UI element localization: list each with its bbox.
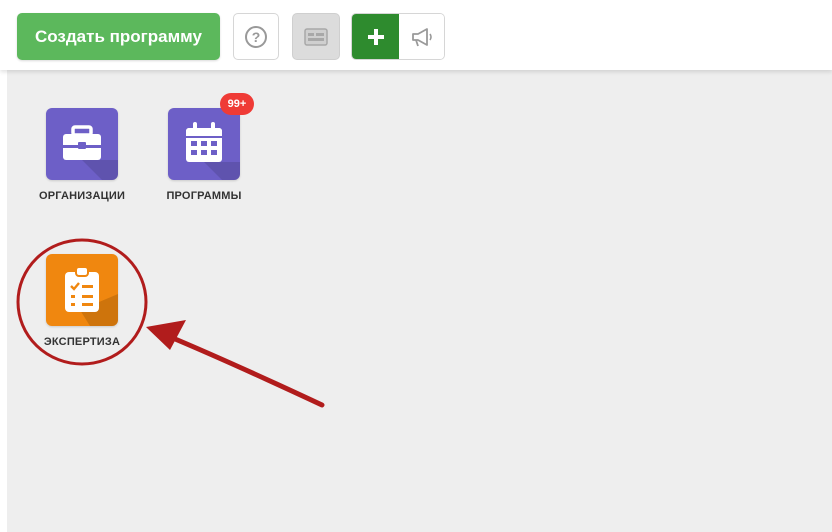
tile-organizations-icon-box — [46, 108, 118, 180]
clipboard-checklist-icon — [65, 266, 118, 326]
tile-organizations-label: ОРГАНИЗАЦИИ — [38, 190, 126, 202]
calendar-icon — [186, 122, 240, 180]
tile-organizations[interactable]: ОРГАНИЗАЦИИ — [32, 108, 132, 202]
briefcase-icon — [63, 125, 118, 180]
question-circle-icon: ? — [245, 25, 267, 48]
top-toolbar: Создать программу ? — [0, 0, 832, 70]
tile-programs[interactable]: ПРОГРАММЫ — [154, 108, 254, 202]
announce-button[interactable] — [399, 14, 444, 59]
add-button[interactable] — [352, 14, 399, 59]
plus-icon — [367, 28, 384, 45]
create-program-button[interactable]: Создать программу — [17, 13, 220, 60]
tile-expertise[interactable]: ЭКСПЕРТИЗА — [32, 254, 132, 348]
widget-card-icon — [304, 27, 328, 46]
tile-programs-icon-box — [168, 108, 240, 180]
tile-programs-label: ПРОГРАММЫ — [166, 190, 242, 202]
widget-button[interactable] — [292, 13, 340, 60]
tile-expertise-label: ЭКСПЕРТИЗА — [43, 336, 121, 348]
help-button[interactable]: ? — [233, 13, 279, 60]
megaphone-icon — [411, 27, 432, 46]
add-announce-button-group — [351, 13, 445, 60]
notification-badge: 99+ — [220, 93, 254, 115]
tile-expertise-icon-box — [46, 254, 118, 326]
